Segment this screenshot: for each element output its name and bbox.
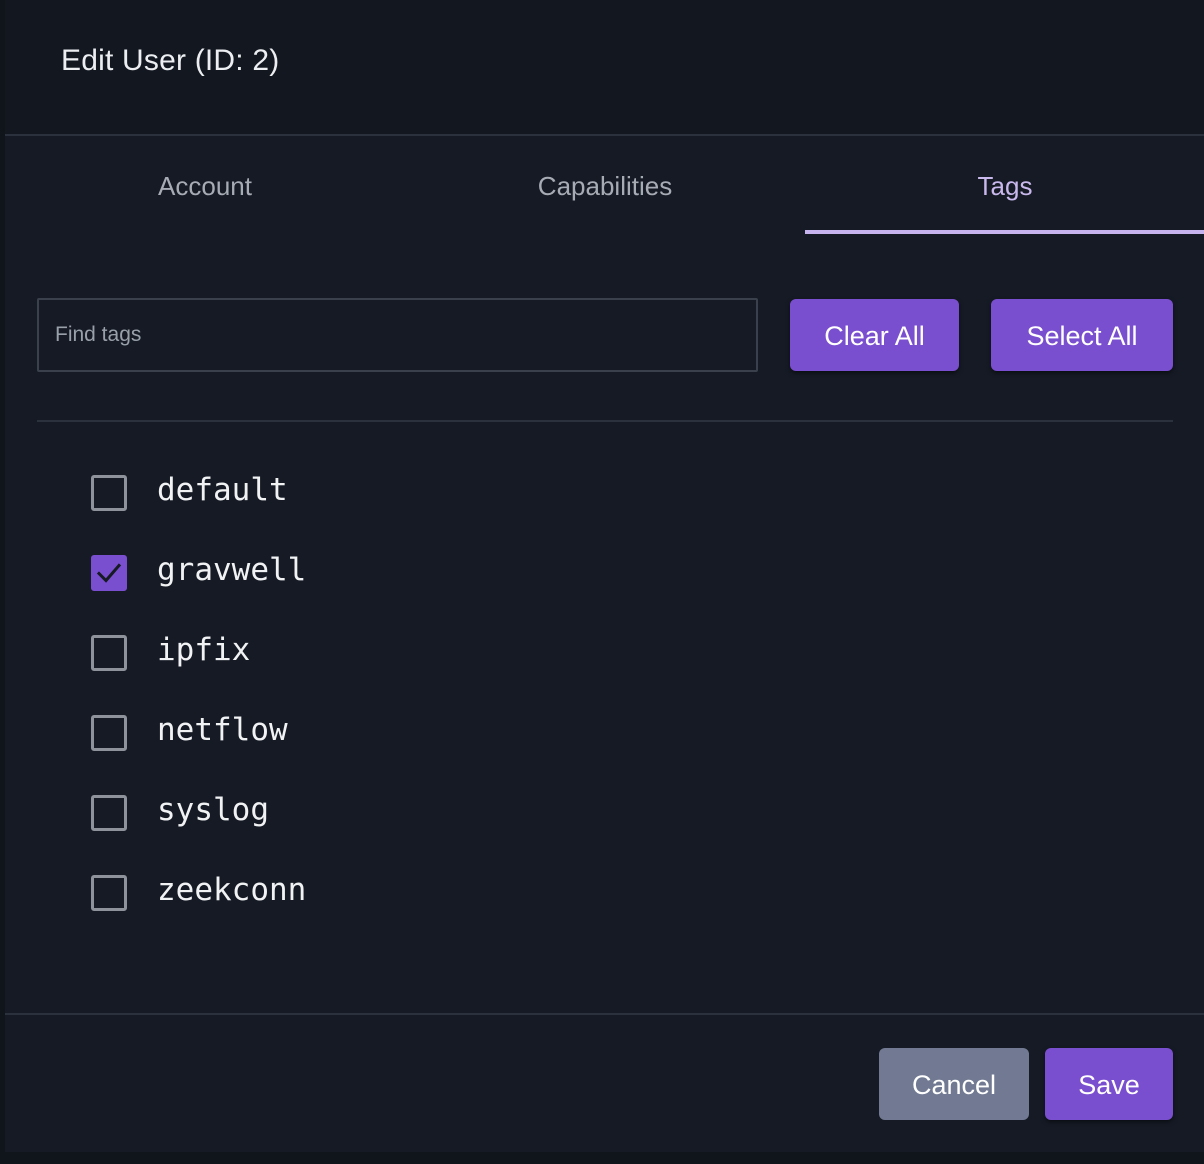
tag-label: zeekconn <box>157 872 307 908</box>
tag-label: ipfix <box>157 632 251 668</box>
tag-item-gravwell[interactable]: gravwell <box>91 534 691 614</box>
dialog-title: Edit User (ID: 2) <box>61 44 280 77</box>
tab-capabilities[interactable]: Capabilities <box>405 138 805 234</box>
tag-item-default[interactable]: default <box>91 454 691 534</box>
find-tags-input[interactable] <box>39 300 756 370</box>
tag-item-ipfix[interactable]: ipfix <box>91 614 691 694</box>
dialog-header: Edit User (ID: 2) <box>5 0 1204 136</box>
tag-checkbox[interactable] <box>91 555 127 591</box>
cancel-button[interactable]: Cancel <box>879 1048 1029 1120</box>
clear-all-button[interactable]: Clear All <box>790 299 959 371</box>
check-icon <box>96 563 122 583</box>
find-tags-field <box>37 298 758 372</box>
tag-item-syslog[interactable]: syslog <box>91 774 691 854</box>
tag-label: gravwell <box>157 552 307 588</box>
tab-bar: Account Capabilities Tags <box>5 138 1204 234</box>
tag-item-netflow[interactable]: netflow <box>91 694 691 774</box>
tag-checkbox[interactable] <box>91 795 127 831</box>
tag-item-zeekconn[interactable]: zeekconn <box>91 854 691 934</box>
tag-label: syslog <box>157 792 269 828</box>
tab-account[interactable]: Account <box>5 138 405 234</box>
tag-label: default <box>157 472 288 508</box>
edit-user-dialog: Edit User (ID: 2) Account Capabilities T… <box>5 0 1204 1152</box>
footer-divider <box>5 1013 1204 1015</box>
tag-checkbox[interactable] <box>91 875 127 911</box>
tag-checkbox[interactable] <box>91 715 127 751</box>
tag-checkbox[interactable] <box>91 635 127 671</box>
tag-checkbox[interactable] <box>91 475 127 511</box>
save-button[interactable]: Save <box>1045 1048 1173 1120</box>
active-tab-indicator <box>805 230 1204 234</box>
select-all-button[interactable]: Select All <box>991 299 1173 371</box>
list-divider <box>37 420 1173 422</box>
tag-label: netflow <box>157 712 288 748</box>
tab-tags[interactable]: Tags <box>805 138 1204 234</box>
